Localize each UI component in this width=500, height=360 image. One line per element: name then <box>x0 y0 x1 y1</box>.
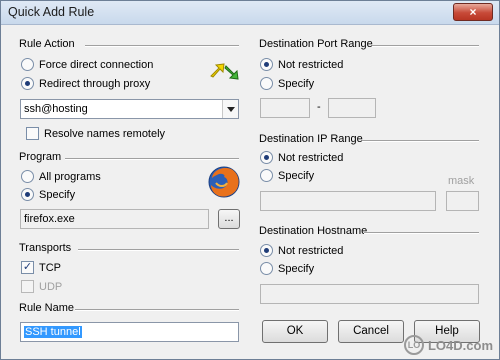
resolve-remotely-option[interactable]: Resolve names remotely <box>26 127 165 140</box>
proxy-arrows-icon <box>210 63 239 80</box>
proxy-select[interactable]: ssh@hosting <box>20 99 239 119</box>
program-specify-option[interactable]: Specify <box>21 188 75 201</box>
watermark-text: LO4D.com <box>427 337 493 353</box>
rule-name-value: SSH tunnel <box>24 326 82 338</box>
host-specify-radio[interactable] <box>260 262 273 275</box>
udp-option[interactable]: UDP <box>21 280 62 293</box>
dest-port-divider <box>372 45 479 47</box>
dest-ip-divider <box>362 140 479 142</box>
dest-host-divider <box>364 232 479 234</box>
ip-not-restricted-option[interactable]: Not restricted <box>260 151 343 164</box>
host-specify-option[interactable]: Specify <box>260 262 314 275</box>
program-specify-label: Specify <box>39 188 76 201</box>
dest-port-title: Destination Port Range <box>259 38 373 50</box>
force-direct-label: Force direct connection <box>39 58 154 71</box>
port-not-restricted-label: Not restricted <box>278 58 344 71</box>
port-specify-label: Specify <box>278 77 315 90</box>
browse-program-button[interactable]: ... <box>218 209 240 229</box>
port-range-separator: - <box>317 101 321 113</box>
force-direct-option[interactable]: Force direct connection <box>21 58 153 71</box>
transports-title: Transports <box>19 242 72 254</box>
udp-checkbox[interactable] <box>21 280 34 293</box>
rule-name-title: Rule Name <box>19 302 75 314</box>
all-programs-radio[interactable] <box>21 170 34 183</box>
port-to-field[interactable] <box>328 98 376 118</box>
rule-action-divider <box>85 45 239 47</box>
port-not-restricted-radio[interactable] <box>260 58 273 71</box>
program-path-field[interactable]: firefox.exe <box>20 209 209 229</box>
resolve-remotely-label: Resolve names remotely <box>44 127 166 140</box>
port-not-restricted-option[interactable]: Not restricted <box>260 58 343 71</box>
ip-specify-radio[interactable] <box>260 169 273 182</box>
dest-ip-title: Destination IP Range <box>259 133 363 145</box>
all-programs-label: All programs <box>39 170 101 183</box>
rule-action-title: Rule Action <box>19 38 75 50</box>
mask-label: mask <box>448 175 475 187</box>
ok-button[interactable]: OK <box>262 320 328 343</box>
dialog-client: Rule Action Force direct connection Redi… <box>1 26 499 359</box>
chevron-down-icon[interactable] <box>222 100 238 118</box>
ip-range-field[interactable] <box>260 191 436 211</box>
title-bar: Quick Add Rule × <box>1 1 499 25</box>
transports-divider <box>78 249 239 251</box>
close-button[interactable]: × <box>453 3 493 21</box>
firefox-icon <box>208 166 240 198</box>
port-from-field[interactable] <box>260 98 310 118</box>
ip-mask-field[interactable] <box>446 191 479 211</box>
tcp-checkbox[interactable]: ✓ <box>21 261 34 274</box>
host-not-restricted-radio[interactable] <box>260 244 273 257</box>
window-title: Quick Add Rule <box>8 5 95 19</box>
hostname-field[interactable] <box>260 284 479 304</box>
quick-add-rule-dialog: Quick Add Rule × Rule Action Force direc… <box>0 0 500 360</box>
force-direct-radio[interactable] <box>21 58 34 71</box>
proxy-select-value: ssh@hosting <box>24 103 88 115</box>
ip-not-restricted-radio[interactable] <box>260 151 273 164</box>
program-specify-radio[interactable] <box>21 188 34 201</box>
port-specify-radio[interactable] <box>260 77 273 90</box>
host-not-restricted-option[interactable]: Not restricted <box>260 244 343 257</box>
program-divider <box>65 158 239 160</box>
tcp-label: TCP <box>39 261 61 274</box>
tcp-option[interactable]: ✓ TCP <box>21 261 61 274</box>
dest-host-title: Destination Hostname <box>259 225 368 237</box>
lo4d-logo-icon: LO <box>403 335 424 355</box>
host-not-restricted-label: Not restricted <box>278 244 344 257</box>
ip-specify-label: Specify <box>278 169 315 182</box>
lo4d-watermark: LO LO4D.com <box>403 335 493 355</box>
close-icon: × <box>469 5 477 19</box>
port-specify-option[interactable]: Specify <box>260 77 314 90</box>
udp-label: UDP <box>39 280 63 293</box>
cancel-button[interactable]: Cancel <box>338 320 404 343</box>
redirect-proxy-label: Redirect through proxy <box>39 77 151 90</box>
redirect-proxy-option[interactable]: Redirect through proxy <box>21 77 150 90</box>
rule-name-input[interactable]: SSH tunnel <box>20 322 239 342</box>
redirect-proxy-radio[interactable] <box>21 77 34 90</box>
ip-not-restricted-label: Not restricted <box>278 151 344 164</box>
ip-specify-option[interactable]: Specify <box>260 169 314 182</box>
resolve-remotely-checkbox[interactable] <box>26 127 39 140</box>
all-programs-option[interactable]: All programs <box>21 170 101 183</box>
rule-name-divider <box>75 309 239 311</box>
program-title: Program <box>19 151 62 163</box>
host-specify-label: Specify <box>278 262 315 275</box>
